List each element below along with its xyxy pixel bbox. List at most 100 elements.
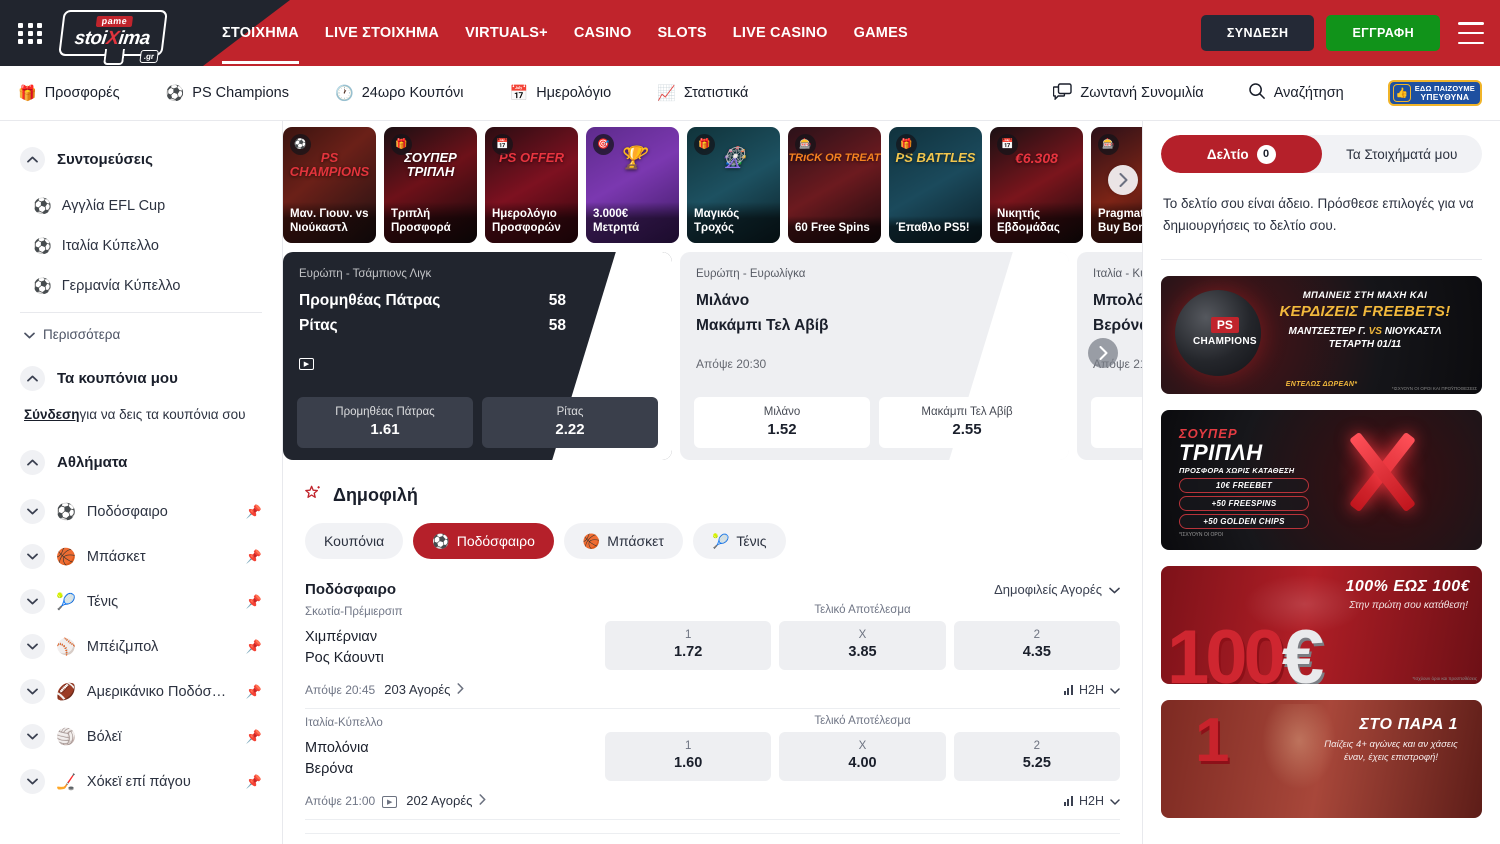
markets-selector[interactable]: Δημοφιλείς Αγορές xyxy=(994,582,1120,597)
search-button[interactable]: Αναζήτηση xyxy=(1248,82,1344,104)
tab-basketball[interactable]: 🏀Μπάσκετ xyxy=(564,523,683,559)
odd-button[interactable]: Μιλάνο 1.52 xyxy=(694,397,870,448)
match-teams[interactable]: Ιταλία-Κύπελλο Μπολόνια Βερόνα xyxy=(305,715,605,780)
odd-button[interactable]: Μακάμπι Τελ Αβίβ 2.55 xyxy=(879,397,1055,448)
chevron-down-icon[interactable] xyxy=(20,544,45,569)
hamburger-icon[interactable] xyxy=(1458,22,1484,44)
match-teams[interactable]: Σκωτία-Πρέμιερσιπ Χιμπέρνιαν Ρος Κάουντι xyxy=(305,604,605,669)
responsible-gaming-badge[interactable]: 👍 ΕΔΩ ΠΑΙΖΟΥΜΕ ΥΠΕΥΘΥΝΑ xyxy=(1388,80,1482,106)
chevron-down-icon[interactable] xyxy=(20,634,45,659)
pin-icon[interactable]: 📌 xyxy=(246,504,262,520)
nav-item-stoixima[interactable]: ΣΤΟΙΧΗΜΑ xyxy=(222,25,299,41)
chevron-down-icon[interactable] xyxy=(20,499,45,524)
subnav-item-offers[interactable]: 🎁 Προσφορές xyxy=(18,85,120,101)
odd-button-1[interactable]: 1 1.60 xyxy=(605,732,771,781)
side-banner-ps-champions[interactable]: PS CHAMPIONS ΜΠΑΙΝΕΙΣ ΣΤΗ ΜΑΧΗ ΚΑΙ ΚΕΡΔΙ… xyxy=(1161,276,1482,394)
promo-tile[interactable]: 🎁 ΣΟΥΠΕΡ ΤΡΙΠΛΗ Τριπλή Προσφορά xyxy=(384,127,477,243)
pin-icon[interactable]: 📌 xyxy=(246,594,262,610)
sidebar-item-italy-cup[interactable]: ⚽ Ιταλία Κύπελλο xyxy=(20,226,262,266)
chevron-down-icon[interactable] xyxy=(20,589,45,614)
sidebar-sport-ice-hockey[interactable]: 🏒 Χόκεϊ επί πάγου 📌 xyxy=(20,759,262,804)
sidebar-section-my-coupons[interactable]: Τα κουπόνια μου xyxy=(20,366,262,391)
odd-button[interactable]: Προμηθέας Πάτρας 1.61 xyxy=(297,397,473,448)
sidebar-item-germany-cup[interactable]: ⚽ Γερμανία Κύπελλο xyxy=(20,266,262,306)
tab-tennis[interactable]: 🎾Τένις xyxy=(693,523,786,559)
tab-betslip[interactable]: Δελτίο 0 xyxy=(1161,135,1322,173)
pin-icon[interactable]: 📌 xyxy=(246,639,262,655)
markets-count[interactable]: 203 Αγορές xyxy=(384,682,450,697)
odd-button[interactable]: Ρίτας 2.22 xyxy=(482,397,658,448)
featured-matches-next-button[interactable] xyxy=(1088,338,1118,368)
match-league: Σκωτία-Πρέμιερσιπ xyxy=(305,606,605,618)
nav-item-live-stoixima[interactable]: LIVE ΣΤΟΙΧΗΜΑ xyxy=(325,25,439,41)
match-footer: Απόψε 20:45 203 Αγορές H2H xyxy=(305,670,1120,708)
pin-icon[interactable]: 📌 xyxy=(246,774,262,790)
pin-icon[interactable]: 📌 xyxy=(246,729,262,745)
side-banner-para-1[interactable]: 1 ΣΤΟ ΠΑΡΑ 1 Παίζεις 4+ αγώνες και αν χά… xyxy=(1161,700,1482,818)
nav-item-casino[interactable]: CASINO xyxy=(574,25,632,41)
featured-match-card[interactable]: Ευρώπη - Τσάμπιονς Λιγκ Προμηθέας Πάτρας… xyxy=(283,252,672,460)
banner-amount: 1 xyxy=(1195,710,1229,772)
tab-coupons[interactable]: Κουπόνια xyxy=(305,523,403,559)
featured-match-card[interactable]: Ευρώπη - Ευρωλίγκα Μιλάνο Μακάμπι Τελ Αβ… xyxy=(680,252,1069,460)
chevron-right-icon[interactable] xyxy=(479,794,486,808)
side-banner-welcome-bonus[interactable]: 100€ 100% ΕΩΣ 100€ Στην πρώτη σου κατάθε… xyxy=(1161,566,1482,684)
h2h-button[interactable]: H2H xyxy=(1064,683,1120,697)
tab-label: Κουπόνια xyxy=(324,533,384,549)
site-logo[interactable]: pame stoiXima .gr xyxy=(58,5,168,61)
chevron-down-icon[interactable] xyxy=(20,724,45,749)
sidebar-sport-american-football[interactable]: 🏈 Αμερικάνικο Ποδόσ… 📌 xyxy=(20,669,262,714)
tab-my-bets[interactable]: Τα Στοιχήματά μου xyxy=(1322,135,1483,173)
side-banner-super-tripli[interactable]: ΣΟΥΠΕΡ ΤΡΙΠΛΗ ΠΡΟΣΦΟΡΑ ΧΩΡΙΣ ΚΑΤΑΘΕΣΗ 10… xyxy=(1161,410,1482,550)
sidebar-login-link[interactable]: Σύνδεση xyxy=(24,407,80,422)
promo-tile[interactable]: 📅 PS OFFER Ημερολόγιο Προσφορών xyxy=(485,127,578,243)
apps-grid-icon[interactable] xyxy=(18,20,44,46)
nav-item-virtuals[interactable]: VIRTUALS+ xyxy=(465,25,548,41)
odd-button[interactable]: 1 1.60 xyxy=(1091,397,1142,448)
live-stream-icon[interactable]: ▶ xyxy=(382,793,397,808)
subnav-item-statistics[interactable]: 📈 Στατιστικά xyxy=(657,85,748,101)
chevron-down-icon[interactable] xyxy=(20,769,45,794)
sidebar-more-button[interactable]: Περισσότερα xyxy=(20,317,262,352)
chevron-right-icon[interactable] xyxy=(457,683,464,697)
nav-item-slots[interactable]: SLOTS xyxy=(657,25,706,41)
promo-tile[interactable]: 🎁 🎡 Μαγικός Τροχός xyxy=(687,127,780,243)
subnav-item-ps-champions[interactable]: ⚽ PS Champions xyxy=(166,85,289,101)
h2h-button[interactable]: H2H xyxy=(1064,794,1120,808)
sidebar-section-sports[interactable]: Αθλήματα xyxy=(20,450,262,475)
chevron-down-icon[interactable] xyxy=(20,679,45,704)
promo-tiles-next-button[interactable] xyxy=(1108,165,1138,195)
sidebar-section-shortcuts[interactable]: Συντομεύσεις xyxy=(20,147,262,172)
live-stream-icon[interactable]: ▶ xyxy=(299,357,656,370)
subnav-item-calendar[interactable]: 📅 Ημερολόγιο xyxy=(510,85,612,101)
promo-tile[interactable]: 🎁 PS BATTLES Έπαθλο PS5! xyxy=(889,127,982,243)
away-team-name: Ρος Κάουντι xyxy=(305,648,605,669)
odd-button-2[interactable]: 2 4.35 xyxy=(954,621,1120,670)
markets-count[interactable]: 202 Αγορές xyxy=(406,793,472,808)
odd-button-x[interactable]: X 3.85 xyxy=(779,621,945,670)
sidebar-item-efl-cup[interactable]: ⚽ Αγγλία EFL Cup xyxy=(20,186,262,226)
signup-button[interactable]: ΕΓΓΡΑΦΗ xyxy=(1326,15,1440,51)
sidebar-sport-volleyball[interactable]: 🏐 Βόλεϊ 📌 xyxy=(20,714,262,759)
subnav-item-24h-coupon[interactable]: 🕐 24ωρο Κουπόνι xyxy=(335,85,464,101)
sidebar-sport-football[interactable]: ⚽ Ποδόσφαιρο 📌 xyxy=(20,489,262,534)
odd-button-1[interactable]: 1 1.72 xyxy=(605,621,771,670)
match-footer: Απόψε 21:00 ▶ 202 Αγορές H2H xyxy=(305,781,1120,819)
pin-icon[interactable]: 📌 xyxy=(246,684,262,700)
live-chat-button[interactable]: Ζωντανή Συνομιλία xyxy=(1053,83,1203,104)
odd-button-x[interactable]: X 4.00 xyxy=(779,732,945,781)
login-button[interactable]: ΣΥΝΔΕΣΗ xyxy=(1201,15,1315,51)
odd-button-2[interactable]: 2 5.25 xyxy=(954,732,1120,781)
odd-value: 4.35 xyxy=(958,644,1116,660)
promo-tile[interactable]: 📅 €6.308 Νικητής Εβδομάδας xyxy=(990,127,1083,243)
sidebar-sport-basketball[interactable]: 🏀 Μπάσκετ 📌 xyxy=(20,534,262,579)
nav-item-live-casino[interactable]: LIVE CASINO xyxy=(733,25,828,41)
pin-icon[interactable]: 📌 xyxy=(246,549,262,565)
tab-football[interactable]: ⚽Ποδόσφαιρο xyxy=(413,523,554,559)
sidebar-sport-tennis[interactable]: 🎾 Τένις 📌 xyxy=(20,579,262,624)
promo-tile[interactable]: ⚽ PS CHAMPIONS Μαν. Γιουν. vs Νιούκαστλ xyxy=(283,127,376,243)
sidebar-sport-baseball[interactable]: ⚾ Μπέιζμπολ 📌 xyxy=(20,624,262,669)
promo-tile[interactable]: 🎰 TRICK OR TREAT 60 Free Spins xyxy=(788,127,881,243)
promo-tile[interactable]: 🎯 🏆 3.000€ Μετρητά xyxy=(586,127,679,243)
nav-item-games[interactable]: GAMES xyxy=(854,25,908,41)
